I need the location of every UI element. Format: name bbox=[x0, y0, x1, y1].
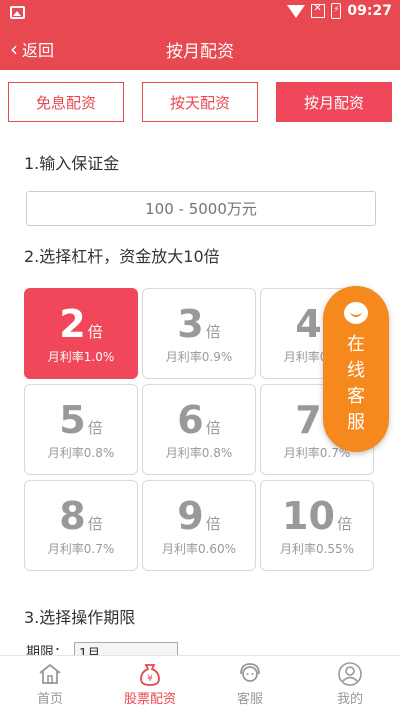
monthly-rate: 月利率0.9% bbox=[165, 349, 233, 364]
monthly-rate: 月利率0.7% bbox=[47, 541, 115, 556]
page-title: 按月配资 bbox=[166, 42, 234, 62]
bottom-nav: 首页 ¥ 股票配资 客服 我的 bbox=[0, 655, 400, 711]
battery-icon: ⚡ bbox=[331, 3, 342, 19]
leverage-multiple: 5倍 bbox=[59, 399, 102, 441]
monthly-rate: 月利率0.55% bbox=[279, 541, 355, 556]
tab-daily[interactable]: 按天配资 bbox=[142, 82, 258, 122]
chat-bubble-icon bbox=[344, 302, 368, 324]
nav-customer-service[interactable]: 客服 bbox=[200, 656, 300, 711]
service-char: 在 bbox=[347, 334, 365, 355]
multiple-unit: 倍 bbox=[336, 514, 352, 533]
multiple-unit: 倍 bbox=[205, 322, 221, 341]
deposit-input[interactable] bbox=[26, 191, 376, 226]
user-icon bbox=[338, 661, 362, 686]
service-char: 线 bbox=[347, 360, 365, 381]
leverage-option-2[interactable]: 2倍 月利率1.0% bbox=[24, 288, 138, 379]
service-char: 服 bbox=[347, 412, 365, 433]
multiple-number: 2 bbox=[59, 301, 86, 346]
multiple-number: 8 bbox=[59, 493, 86, 538]
multiple-number: 10 bbox=[282, 493, 335, 538]
nav-stock-financing-label: 股票配资 bbox=[123, 691, 176, 707]
customer-service-icon bbox=[240, 662, 260, 682]
leverage-multiple: 8倍 bbox=[59, 495, 102, 537]
nav-home[interactable]: 首页 bbox=[0, 656, 100, 711]
step2-title: 2.选择杠杆，资金放大10倍 bbox=[24, 247, 220, 266]
home-icon bbox=[39, 663, 61, 684]
status-icons: ⚡ 09:27 bbox=[287, 3, 392, 19]
nav-bar: ‹ 返回 按月配资 bbox=[0, 26, 400, 70]
wifi-icon bbox=[287, 4, 306, 18]
step1-title: 1.输入保证金 bbox=[24, 154, 120, 173]
leverage-option-9[interactable]: 9倍 月利率0.60% bbox=[142, 480, 256, 571]
leverage-option-10[interactable]: 10 倍 月利率0.55% bbox=[260, 480, 374, 571]
monthly-rate: 月利率0.8% bbox=[165, 445, 233, 460]
service-char: 客 bbox=[347, 386, 365, 407]
svg-text:¥: ¥ bbox=[147, 674, 153, 684]
leverage-option-6[interactable]: 6倍 月利率0.8% bbox=[142, 384, 256, 475]
leverage-multiple: 3倍 bbox=[177, 303, 220, 345]
multiple-number: 4 bbox=[295, 301, 322, 346]
leverage-option-8[interactable]: 8倍 月利率0.7% bbox=[24, 480, 138, 571]
tab-interest-free[interactable]: 免息配资 bbox=[8, 82, 124, 122]
leverage-option-3[interactable]: 3倍 月利率0.9% bbox=[142, 288, 256, 379]
monthly-rate: 月利率1.0% bbox=[47, 349, 115, 364]
leverage-option-5[interactable]: 5倍 月利率0.8% bbox=[24, 384, 138, 475]
step3-title: 3.选择操作期限 bbox=[24, 608, 136, 627]
multiple-unit: 倍 bbox=[205, 418, 221, 437]
nav-mine[interactable]: 我的 bbox=[300, 656, 400, 711]
mode-tabs: 免息配资 按天配资 按月配资 bbox=[8, 82, 392, 122]
nav-home-label: 首页 bbox=[36, 691, 63, 707]
multiple-unit: 倍 bbox=[87, 418, 103, 437]
multiple-unit: 倍 bbox=[205, 514, 221, 533]
multiple-number: 9 bbox=[177, 493, 204, 538]
leverage-multiple: 6倍 bbox=[177, 399, 220, 441]
multiple-unit: 倍 bbox=[87, 322, 103, 341]
multiple-number: 3 bbox=[177, 301, 204, 346]
money-bag-icon: ¥ bbox=[140, 663, 160, 686]
nav-customer-service-label: 客服 bbox=[236, 691, 263, 707]
signal-icon bbox=[311, 3, 326, 18]
tab-monthly[interactable]: 按月配资 bbox=[276, 82, 392, 122]
image-notification-icon bbox=[10, 6, 25, 19]
multiple-number: 7 bbox=[295, 397, 322, 442]
multiple-unit: 倍 bbox=[87, 514, 103, 533]
nav-stock-financing[interactable]: ¥ 股票配资 bbox=[100, 656, 200, 711]
online-service-button[interactable]: 在 线 客 服 bbox=[323, 286, 389, 452]
status-time: 09:27 bbox=[347, 3, 392, 19]
monthly-rate: 月利率0.60% bbox=[161, 541, 237, 556]
service-text: 在 线 客 服 bbox=[347, 332, 365, 436]
leverage-multiple: 10 倍 bbox=[282, 495, 352, 537]
multiple-number: 6 bbox=[177, 397, 204, 442]
monthly-rate: 月利率0.8% bbox=[47, 445, 115, 460]
nav-mine-label: 我的 bbox=[336, 691, 363, 707]
leverage-multiple: 9倍 bbox=[177, 495, 220, 537]
status-bar: ⚡ 09:27 bbox=[0, 0, 400, 26]
leverage-multiple: 2倍 bbox=[59, 303, 102, 345]
multiple-number: 5 bbox=[59, 397, 86, 442]
